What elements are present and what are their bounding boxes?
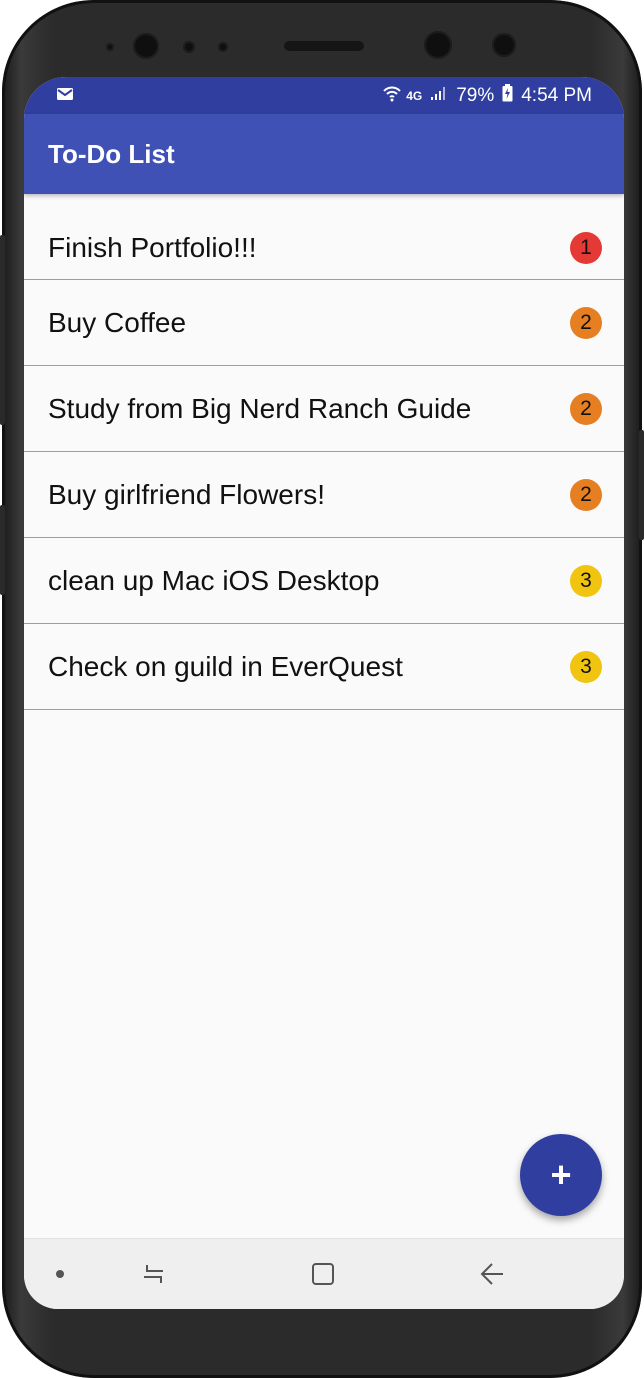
- priority-badge: 1: [570, 231, 602, 264]
- list-item[interactable]: Finish Portfolio!!! 1: [24, 194, 624, 280]
- list-item[interactable]: Check on guild in EverQuest 3: [24, 624, 624, 710]
- back-button[interactable]: [467, 1239, 517, 1309]
- navigation-bar: [24, 1238, 624, 1309]
- priority-badge: 2: [570, 392, 602, 425]
- dot-icon: [56, 1270, 64, 1278]
- home-button[interactable]: [298, 1239, 348, 1309]
- recents-button[interactable]: [129, 1239, 179, 1309]
- iris-led: [492, 33, 516, 57]
- recents-icon: [144, 1265, 163, 1283]
- page-title: To-Do List: [48, 138, 175, 169]
- list-item[interactable]: Buy Coffee 2: [24, 280, 624, 366]
- earpiece-speaker: [284, 41, 364, 51]
- todo-title: Finish Portfolio!!!: [48, 231, 257, 263]
- network-type: 4G: [406, 88, 423, 103]
- add-todo-button[interactable]: +: [520, 1134, 602, 1216]
- status-bar: 4G 79% 4:54 PM: [24, 77, 624, 114]
- side-button-right: [639, 430, 644, 540]
- nav-dot[interactable]: [50, 1239, 70, 1309]
- list-item[interactable]: Buy girlfriend Flowers! 2: [24, 452, 624, 538]
- side-button-left-1: [0, 235, 5, 425]
- list-item[interactable]: clean up Mac iOS Desktop 3: [24, 538, 624, 624]
- side-button-left-2: [0, 505, 5, 595]
- todo-title: Study from Big Nerd Ranch Guide: [48, 392, 472, 424]
- todo-list: Finish Portfolio!!! 1 Buy Coffee 2 Study…: [24, 194, 624, 710]
- app-bar: To-Do List: [24, 114, 624, 194]
- add-icon: +: [550, 1154, 572, 1195]
- screen: 4G 79% 4:54 PM To-Do List Finish Portfol…: [24, 77, 624, 1309]
- front-camera: [133, 33, 159, 59]
- todo-title: Buy Coffee: [48, 306, 187, 338]
- wifi-icon: [382, 84, 402, 108]
- todo-title: Check on guild in EverQuest: [48, 650, 403, 682]
- todo-title: Buy girlfriend Flowers!: [48, 478, 325, 510]
- sensor-dot-3: [218, 42, 228, 52]
- sensor-dot-1: [106, 43, 114, 51]
- signal-icon: [430, 85, 448, 107]
- priority-badge: 2: [570, 306, 602, 339]
- home-icon: [312, 1263, 334, 1285]
- list-item[interactable]: Study from Big Nerd Ranch Guide 2: [24, 366, 624, 452]
- priority-badge: 3: [570, 564, 602, 597]
- back-icon: [480, 1263, 503, 1285]
- priority-badge: 3: [570, 650, 602, 683]
- mail-icon: [56, 85, 74, 107]
- top-bezel: [2, 0, 642, 80]
- todo-title: clean up Mac iOS Desktop: [48, 564, 380, 596]
- priority-badge: 2: [570, 478, 602, 511]
- battery-charging-icon: [502, 83, 513, 108]
- sensor-dot-2: [183, 41, 195, 53]
- phone-frame: 4G 79% 4:54 PM To-Do List Finish Portfol…: [0, 0, 644, 1378]
- battery-percent: 79%: [456, 84, 495, 106]
- iris-scanner: [424, 31, 452, 59]
- clock: 4:54 PM: [521, 84, 592, 106]
